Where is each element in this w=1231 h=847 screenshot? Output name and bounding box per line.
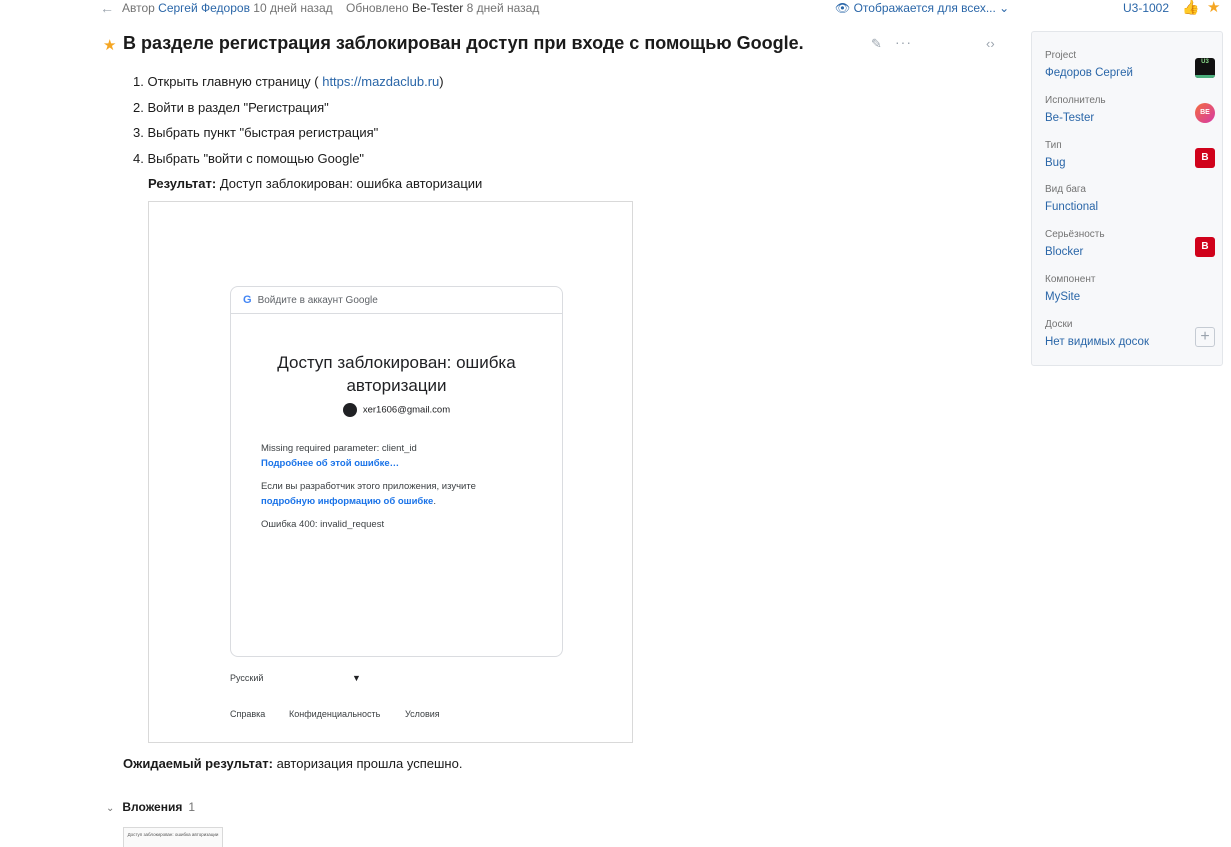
issue-title: В разделе регистрация заблокирован досту…: [123, 33, 804, 53]
field-label: Вид бага: [1045, 184, 1086, 195]
error-code: Ошибка 400: invalid_request: [261, 519, 385, 530]
expected-text: авторизация прошла успешно.: [276, 756, 463, 771]
list-item: 1. Открыть главную страницу ( https://ma…: [133, 73, 444, 99]
list-item: 3. Выбрать пункт "быстрая регистрация": [133, 124, 444, 150]
step-text: Открыть главную страницу (: [147, 74, 323, 89]
field-label: Исполнитель: [1045, 95, 1106, 106]
star-icon[interactable]: ★: [1207, 0, 1220, 16]
mazdaclub-link[interactable]: https://mazdaclub.ru: [322, 74, 439, 89]
google-error-title: Доступ заблокирован: ошибка авторизации: [277, 353, 516, 395]
add-board-icon[interactable]: +: [1195, 327, 1215, 347]
project-icon-text: U3: [1201, 59, 1209, 65]
updated-time: 8 дней назад: [466, 1, 540, 15]
field-bug-kind: Вид бага Functional: [1045, 184, 1215, 213]
step-number: 1.: [133, 74, 144, 89]
avatar: [342, 403, 357, 417]
step-number: 2.: [133, 99, 144, 115]
google-error-card: G Войдите в аккаунт Google Доступ заблоки…: [230, 286, 563, 657]
field-assignee: Исполнитель Be-Tester BE: [1045, 95, 1215, 124]
field-value-bug-kind[interactable]: Functional: [1045, 201, 1215, 213]
attachments-toggle[interactable]: ⌄ Вложения 1: [106, 800, 195, 814]
step-number: 3.: [133, 125, 144, 140]
step-number: 4.: [133, 150, 144, 166]
account-email: xer1606@gmail.com: [362, 404, 451, 416]
field-component: Компонент MySite: [1045, 274, 1215, 303]
google-logo-icon: G: [243, 294, 252, 306]
code-view-icon[interactable]: ‹›: [986, 36, 995, 51]
field-label: Компонент: [1045, 274, 1096, 285]
step-text: Войти в раздел "Регистрация": [147, 99, 329, 115]
list-item: 4. Выбрать "войти с помощью Google": [133, 150, 444, 176]
attachments-label: Вложения: [122, 800, 183, 814]
google-error-body: Missing required parameter: client_id По…: [261, 441, 476, 532]
language-select: Русский: [230, 673, 264, 683]
list-item: 2. Войти в раздел "Регистрация": [133, 99, 444, 125]
expected-result: Ожидаемый результат: авторизация прошла …: [123, 756, 462, 771]
google-header-text: Войдите в аккаунт Google: [257, 295, 378, 306]
google-card-header: G Войдите в аккаунт Google: [231, 287, 562, 314]
developer-text-dot: .: [433, 496, 436, 507]
field-label: Тип: [1045, 140, 1062, 151]
field-value-project[interactable]: Федоров Сергей: [1045, 67, 1215, 79]
embedded-screenshot[interactable]: G Войдите в аккаунт Google Доступ заблоки…: [148, 201, 633, 743]
updated-label: Обновлено: [346, 1, 409, 15]
footer-help: Справка: [230, 709, 266, 719]
visibility-dropdown[interactable]: 👁 Отображается для всех... ⌄: [835, 1, 1009, 15]
thumbs-up-icon[interactable]: 👍: [1182, 0, 1199, 16]
issue-meta: Автор Сергей Федоров 10 дней назад Обнов…: [122, 1, 539, 15]
eye-icon: 👁: [835, 1, 851, 15]
expected-label: Ожидаемый результат:: [123, 756, 273, 771]
error-line: Missing required parameter: client_id: [261, 443, 417, 454]
visibility-label: Отображается для всех...: [853, 1, 996, 15]
result-text: Доступ заблокирован: ошибка авторизации: [219, 176, 483, 191]
step-text: Выбрать "войти с помощью Google": [147, 150, 365, 166]
google-account: xer1606@gmail.com: [231, 403, 562, 417]
field-value-type[interactable]: Bug: [1045, 157, 1215, 169]
created-time: 10 дней назад: [253, 1, 333, 15]
field-severity: Серьёзность Blocker B: [1045, 229, 1215, 258]
footer-terms: Условия: [405, 709, 440, 719]
field-label: Серьёзность: [1045, 229, 1105, 240]
steps-list: 1. Открыть главную страницу ( https://ma…: [133, 73, 444, 175]
attachment-thumbnail[interactable]: Доступ заблокирован: ошибка авторизации: [123, 827, 223, 847]
avatar: BE: [1195, 103, 1215, 123]
project-icon: U3: [1195, 58, 1215, 78]
field-value-component[interactable]: MySite: [1045, 291, 1215, 303]
attachments-count: 1: [188, 800, 196, 814]
back-arrow-icon[interactable]: ←: [100, 0, 114, 16]
author-label: Автор: [122, 1, 155, 15]
caret-down-icon: ▼: [352, 673, 361, 683]
more-info-link: Подробнее об этой ошибке…: [261, 458, 400, 469]
field-boards: Доски Нет видимых досок +: [1045, 319, 1215, 348]
field-value-assignee[interactable]: Be-Tester: [1045, 112, 1215, 124]
favorite-star-icon[interactable]: ★: [103, 36, 116, 54]
issue-fields-panel: Project Федоров Сергей U3 Исполнитель Be…: [1031, 31, 1223, 366]
issue-id-link[interactable]: U3-1002: [1123, 1, 1169, 15]
pencil-icon[interactable]: ✎: [871, 36, 882, 52]
field-value-boards[interactable]: Нет видимых досок: [1045, 336, 1215, 348]
field-label: Доски: [1045, 319, 1073, 330]
severity-badge: B: [1195, 237, 1215, 257]
chevron-down-icon: ⌄: [106, 803, 115, 814]
field-project: Project Федоров Сергей U3: [1045, 50, 1215, 79]
footer-privacy: Конфиденциальность: [289, 709, 381, 719]
author-link[interactable]: Сергей Федоров: [158, 1, 250, 15]
result-label: Результат:: [148, 176, 217, 191]
step-text: Выбрать пункт "быстрая регистрация": [147, 125, 379, 140]
developer-text: Если вы разработчик этого приложения, из…: [261, 481, 476, 492]
more-options-icon[interactable]: ···: [895, 34, 912, 50]
field-type: Тип Bug B: [1045, 140, 1215, 169]
result-line: Результат: Доступ заблокирован: ошибка а…: [148, 176, 482, 191]
field-value-severity[interactable]: Blocker: [1045, 246, 1215, 258]
updater-name[interactable]: Be-Tester: [412, 1, 463, 15]
bug-type-badge: B: [1195, 148, 1215, 168]
step-text-tail: ): [439, 74, 444, 89]
field-label: Project: [1045, 50, 1077, 61]
chevron-down-icon: ⌄: [999, 1, 1010, 15]
issue-meta-bar: ← Автор Сергей Федоров 10 дней назад Обн…: [100, 0, 1231, 16]
developer-info-link: подробную информацию об ошибке: [261, 496, 434, 507]
